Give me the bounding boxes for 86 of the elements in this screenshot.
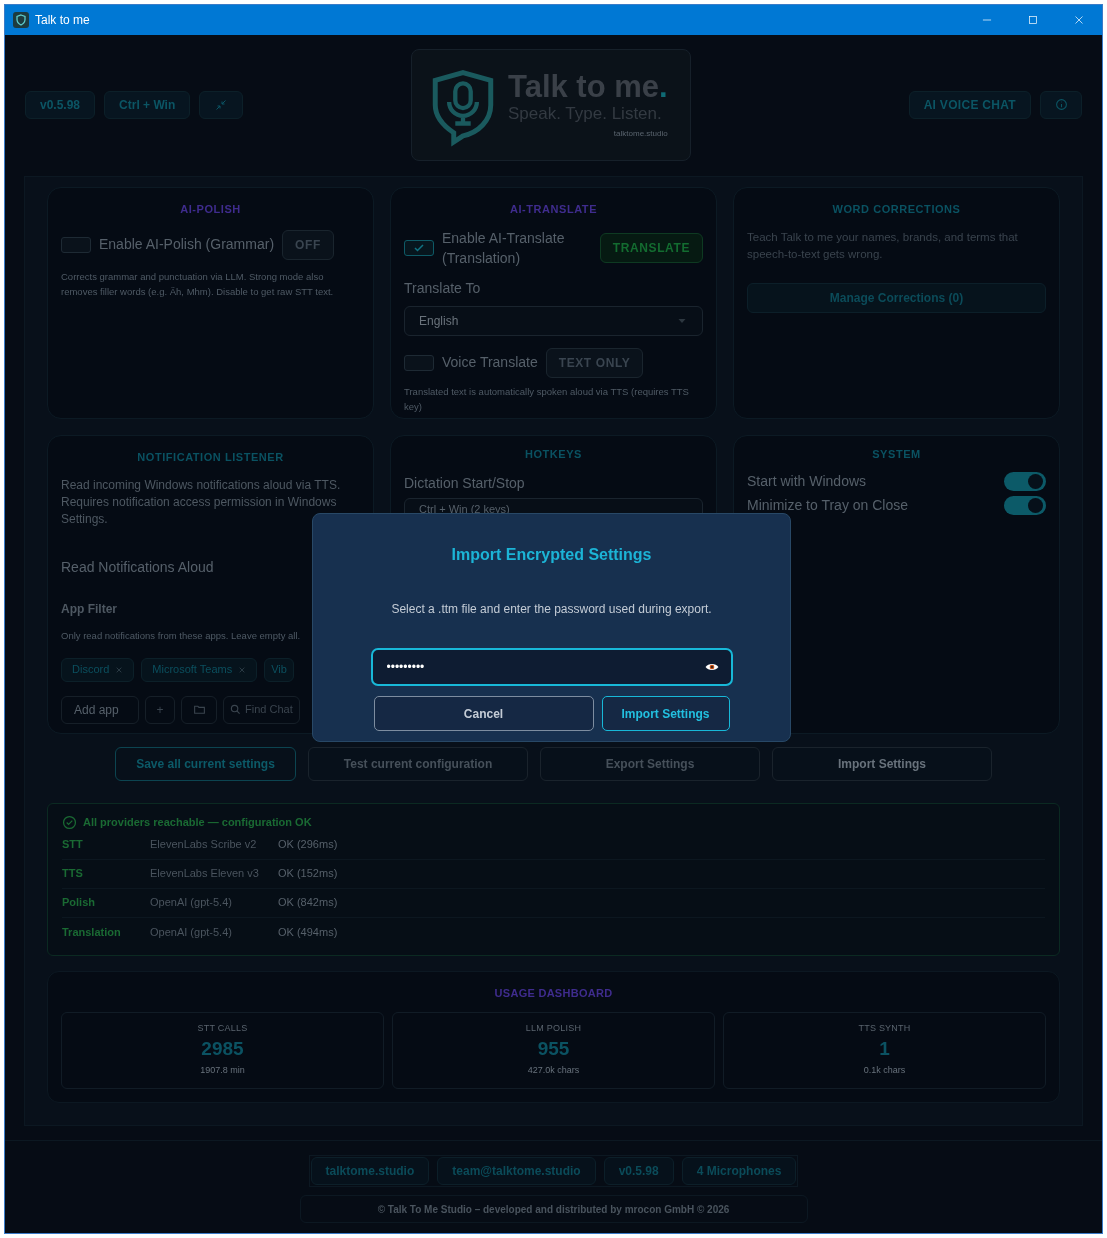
manage-corrections-button[interactable]: Manage Corrections (0): [747, 282, 1046, 313]
result-text: OK (152ms): [278, 866, 339, 882]
provider-name: ElevenLabs Scribe v2: [150, 837, 258, 853]
collapse-icon: [215, 98, 228, 111]
setting-label: Minimize to Tray on Close: [747, 495, 909, 515]
info-button[interactable]: [1040, 90, 1082, 119]
result-text: OK (842ms): [278, 895, 339, 911]
provider-name: OpenAI (gpt-5.4): [150, 924, 233, 940]
status-badge: TRANSLATE: [599, 232, 703, 263]
checkbox-label: Enable AI-Polish (Grammar): [99, 235, 275, 254]
status-summary: All providers reachable — configuration OK: [83, 815, 312, 830]
field-label: App Filter: [61, 600, 118, 618]
stat-detail: 427.0k chars: [527, 1063, 580, 1077]
window-title: Talk to me: [35, 12, 90, 29]
field-label: Dictation Start/Stop: [404, 473, 526, 493]
dialog-message: Select a .ttm file and enter the password used during export.: [391, 601, 712, 618]
stat-label: TTS SYNTH: [858, 1022, 911, 1035]
footer-link[interactable]: talktome.studio: [310, 1157, 430, 1185]
field-label: Translate To: [404, 278, 482, 298]
action-button[interactable]: Test current configuration: [308, 747, 528, 781]
toggle-switch[interactable]: [1004, 471, 1046, 491]
footer-link[interactable]: v0.5.98: [603, 1157, 674, 1185]
header-button[interactable]: Ctrl + Win: [104, 90, 191, 119]
language-dropdown[interactable]: English: [404, 305, 703, 336]
result-text: OK (296ms): [278, 837, 339, 853]
maximize-icon: [1026, 13, 1040, 27]
copyright-text: © Talk To Me Studio – developed and distributed by mrocon GmbH © 2026: [299, 1195, 808, 1223]
folder-button[interactable]: [181, 695, 217, 724]
card-title: AI-TRANSLATE: [508, 202, 599, 217]
provider-name: ElevenLabs Eleven v3: [150, 866, 260, 882]
card-title: USAGE DASHBOARD: [493, 985, 614, 1001]
hint-text: Only read notifications from these apps. Leave empty all.: [61, 628, 302, 643]
logo-url: talktome.studio: [613, 128, 668, 140]
dialog-title: Import Encrypted Settings: [451, 545, 652, 565]
add-button[interactable]: +: [145, 695, 175, 724]
header-button[interactable]: v0.5.98: [25, 90, 96, 119]
checkbox[interactable]: [404, 239, 434, 256]
service-label: Polish: [62, 895, 96, 911]
footer-link[interactable]: 4 Microphones: [681, 1157, 797, 1185]
description-text: Read incoming Windows notifications aloud via TTS. Requires notification access permission in Windows Settings.: [61, 476, 342, 528]
stat-detail: 1907.8 min: [200, 1063, 245, 1077]
card-title: AI-POLISH: [179, 202, 242, 217]
description-text: Translated text is automatically spoken aloud via TTS (requires TTS key): [404, 384, 690, 414]
checkmark-icon: [412, 241, 426, 254]
action-button[interactable]: Import Settings: [772, 747, 992, 781]
checkbox-label: Enable AI-Translate (Translation): [442, 228, 566, 268]
toggle-switch[interactable]: [1004, 495, 1046, 515]
checkbox[interactable]: [61, 236, 91, 253]
setting-label: Read Notifications Aloud: [61, 557, 215, 577]
setting-label: Start with Windows: [747, 471, 867, 491]
voice-chat-button[interactable]: AI VOICE CHAT: [908, 90, 1031, 119]
cancel-button[interactable]: Cancel: [373, 696, 594, 731]
stat-value: 1: [879, 1036, 890, 1061]
check-circle-icon: [62, 814, 77, 830]
stat-label: STT CALLS: [197, 1022, 248, 1035]
description-text: Corrects grammar and punctuation via LLM. Strong mode also removes filler words (e.g. Äh, Mhm). Disable to get raw STT text.: [61, 269, 335, 299]
app-tag[interactable]: Discord: [61, 657, 135, 682]
service-label: STT: [62, 837, 84, 853]
stat-value: 2985: [201, 1036, 244, 1061]
service-label: Translation: [62, 924, 122, 940]
info-icon: [1054, 98, 1068, 111]
app-name-field[interactable]: Add app: [61, 695, 139, 724]
stat-label: LLM POLISH: [525, 1022, 582, 1035]
folder-icon: [192, 703, 206, 716]
stat-value: 955: [537, 1036, 570, 1061]
checkbox-label: Voice Translate: [442, 353, 538, 372]
service-label: TTS: [62, 866, 84, 882]
collapse-button[interactable]: [199, 90, 244, 119]
search-icon: [230, 704, 241, 715]
footer-link[interactable]: team@talktome.studio: [437, 1157, 596, 1185]
password-field[interactable]: •••••••••: [370, 648, 733, 686]
checkbox[interactable]: [404, 354, 434, 371]
stat-detail: 0.1k chars: [863, 1063, 906, 1077]
app-tag[interactable]: Vib: [264, 657, 294, 682]
app-tag[interactable]: Microsoft Teams: [141, 657, 258, 682]
result-text: OK (494ms): [278, 924, 339, 940]
card-title: WORD CORRECTIONS: [831, 202, 962, 217]
card-title: NOTIFICATION LISTENER: [136, 450, 285, 465]
action-button[interactable]: Export Settings: [540, 747, 760, 781]
card-title: HOTKEYS: [524, 447, 583, 462]
card-title: SYSTEM: [871, 447, 922, 462]
close-icon: [115, 665, 124, 674]
action-button[interactable]: Save all current settings: [115, 747, 296, 781]
close-icon: [238, 665, 247, 674]
provider-name: OpenAI (gpt-5.4): [150, 895, 233, 911]
import-button[interactable]: Import Settings: [601, 696, 730, 731]
